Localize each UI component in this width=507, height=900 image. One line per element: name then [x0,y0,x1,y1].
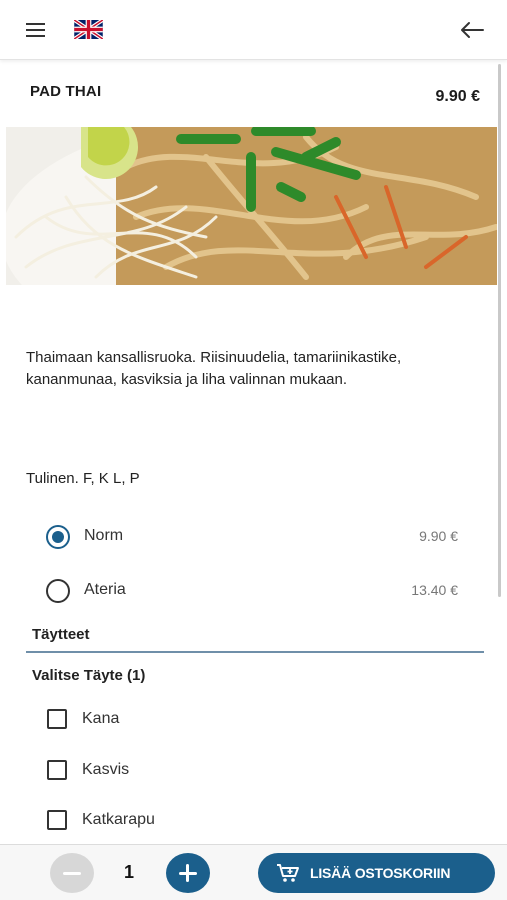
checkbox[interactable] [47,760,67,780]
fillings-section-title: Täytteet [32,626,90,643]
filling-kana[interactable]: Kana [47,707,247,729]
product-allergens: Tulinen. F, K L, P [26,470,140,487]
option-price: 9.90 € [419,528,458,544]
product-price: 9.90 € [435,88,480,105]
quantity-value: 1 [124,862,135,882]
add-to-cart-label: LISÄÄ OSTOSKORIIN [310,865,451,881]
hamburger-menu-icon[interactable] [24,20,48,40]
top-bar [0,0,507,60]
option-price: 13.40 € [411,582,458,598]
option-label: Norm [84,527,124,544]
option-norm[interactable]: Norm 9.90 € [46,523,466,549]
checkbox[interactable] [47,709,67,729]
checkbox[interactable] [47,810,67,830]
filling-label: Katkarapu [82,811,155,828]
product-description: Thaimaan kansallisruoka. Riisinuudelia, … [26,349,402,388]
radio-selected[interactable] [46,525,70,549]
scrollbar[interactable] [498,64,501,597]
filling-label: Kasvis [82,761,130,778]
cart-plus-icon [277,864,299,882]
section-divider [26,651,484,653]
filling-kasvis[interactable]: Kasvis [47,758,247,780]
uk-flag-icon[interactable] [74,20,103,39]
fillings-group-title: Valitse Täyte (1) [32,667,146,684]
product-details[interactable]: PAD THAI 9.90 € Thaimaan kansallisruoka.… [0,61,497,844]
product-image [6,127,497,285]
filling-katkarapu[interactable]: Katkarapu [47,808,247,830]
decrease-quantity-button[interactable] [50,853,94,893]
arrow-left-icon[interactable] [458,18,486,42]
option-ateria[interactable]: Ateria 13.40 € [46,577,466,603]
product-title: PAD THAI [30,83,102,100]
bottom-bar: 1 LISÄÄ OSTOSKORIIN [0,844,507,900]
filling-label: Kana [82,710,120,727]
add-to-cart-button[interactable]: LISÄÄ OSTOSKORIIN [258,853,495,893]
increase-quantity-button[interactable] [166,853,210,893]
radio-unselected[interactable] [46,579,70,603]
option-label: Ateria [84,581,126,598]
